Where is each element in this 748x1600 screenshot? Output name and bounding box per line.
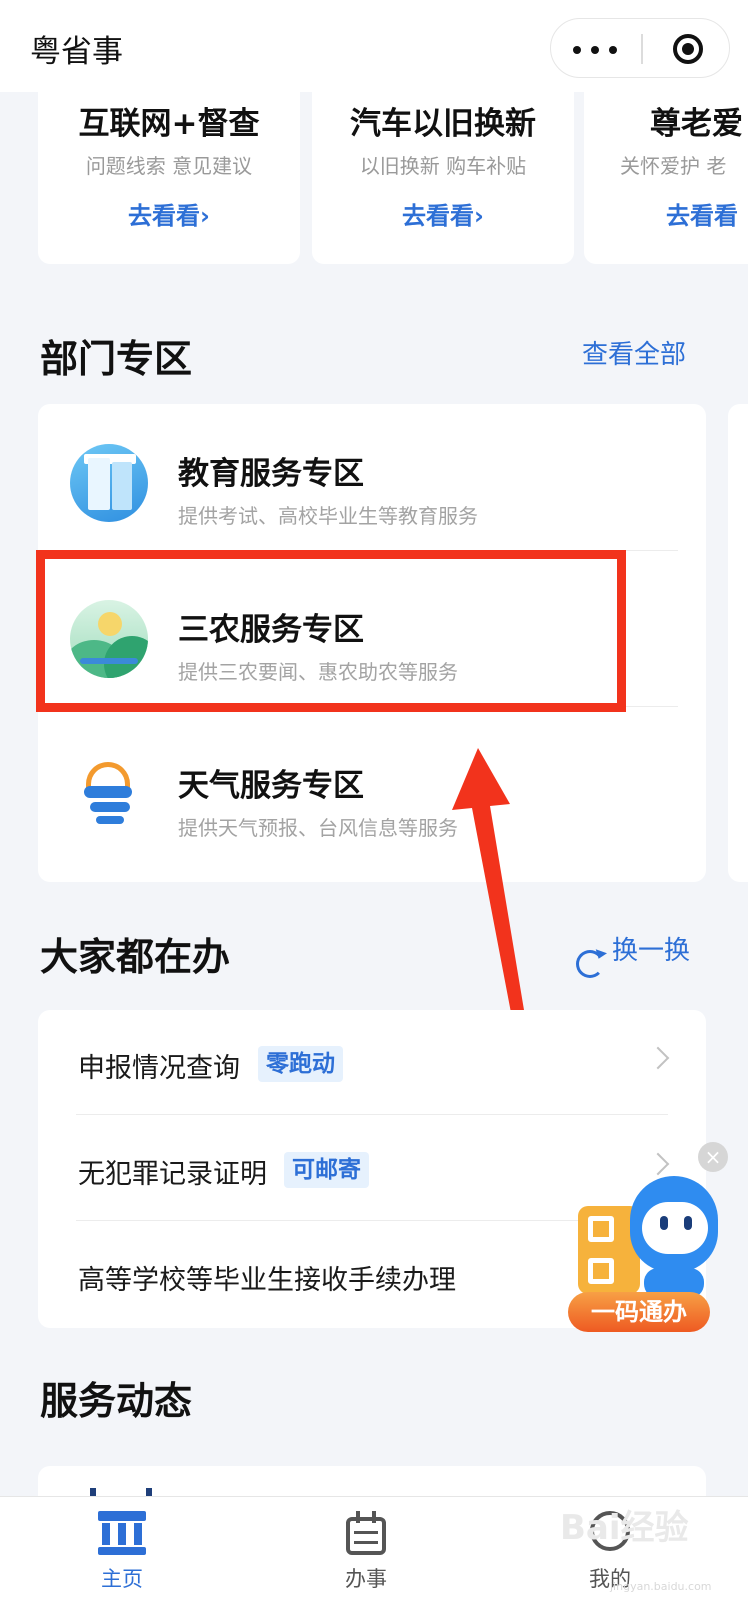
promo-card-subtitle: 关怀爱护 老 xyxy=(620,154,727,178)
dept-section-title: 部门专区 xyxy=(40,337,193,381)
more-dots-icon[interactable] xyxy=(573,46,623,54)
dept-item-desc: 提供天气预报、台风信息等服务 xyxy=(178,816,458,840)
watermark-url: jingyan.baidu.com xyxy=(610,1580,712,1593)
mascot-eye xyxy=(660,1216,668,1230)
app-title: 粤省事 xyxy=(30,34,123,70)
promo-card-title: 互联网+督查 xyxy=(78,106,260,142)
promo-card-elderly[interactable]: 尊老爱 关怀爱护 老 去看看 xyxy=(584,92,748,264)
one-code-banner: 一码通办 xyxy=(568,1292,710,1332)
chevron-right-icon xyxy=(646,1152,670,1176)
promo-card-supervision[interactable]: 互联网+督查 问题线索 意见建议 去看看› xyxy=(38,92,300,264)
dept-item-desc: 提供考试、高校毕业生等教育服务 xyxy=(178,504,478,528)
divider xyxy=(76,1114,668,1115)
one-code-mascot-widget[interactable]: 一码通办 xyxy=(568,1176,728,1334)
dept-item-name: 教育服务专区 xyxy=(178,456,364,492)
weather-icon xyxy=(70,756,148,834)
refresh-link[interactable]: 换一换 xyxy=(612,930,690,967)
service-label: 高等学校等毕业生接收手续办理 xyxy=(78,1265,456,1296)
dept-item-weather[interactable]: 天气服务专区 提供天气预报、台风信息等服务 xyxy=(38,716,706,874)
mini-program-header: 粤省事 xyxy=(0,0,748,92)
target-close-icon[interactable] xyxy=(673,34,703,64)
promo-card-subtitle: 问题线索 意见建议 xyxy=(85,154,253,178)
capsule-menu xyxy=(550,18,730,78)
news-section-title: 服务动态 xyxy=(40,1379,193,1423)
promo-card-strip: 互联网+督查 问题线索 意见建议 去看看› 汽车以旧换新 以旧换新 购车补贴 去… xyxy=(0,92,748,272)
dept-item-name: 天气服务专区 xyxy=(178,768,364,804)
highlight-annotation-box xyxy=(36,550,626,712)
dept-item-education[interactable]: 教育服务专区 提供考试、高校毕业生等教育服务 xyxy=(38,404,706,562)
promo-card-link[interactable]: 去看看 xyxy=(666,196,748,231)
service-row-declaration-query[interactable]: 申报情况查询 零跑动 xyxy=(38,1010,706,1116)
tab-home[interactable]: 主页 xyxy=(42,1497,202,1600)
watermark-text: Bai经验 xyxy=(560,1508,689,1548)
service-label: 无犯罪记录证明 xyxy=(78,1159,267,1190)
promo-card-title: 尊老爱 xyxy=(650,106,743,142)
calendar-icon xyxy=(342,1511,390,1555)
tab-services[interactable]: 办事 xyxy=(286,1497,446,1600)
service-label: 申报情况查询 xyxy=(78,1053,240,1084)
promo-card-subtitle: 以旧换新 购车补贴 xyxy=(359,154,527,178)
service-tag: 可邮寄 xyxy=(284,1152,369,1188)
capsule-divider xyxy=(641,34,643,64)
tab-label: 主页 xyxy=(101,1567,143,1591)
service-tag: 零跑动 xyxy=(258,1046,343,1082)
mascot-eye xyxy=(684,1216,692,1230)
view-all-link[interactable]: 查看全部 xyxy=(582,334,686,371)
promo-card-title: 汽车以旧换新 xyxy=(350,106,536,142)
todo-section-title: 大家都在办 xyxy=(40,935,231,979)
refresh-icon[interactable] xyxy=(576,950,604,978)
promo-card-link[interactable]: 去看看› xyxy=(38,196,300,231)
mascot-face xyxy=(642,1202,708,1254)
chevron-right-icon xyxy=(646,1046,670,1070)
tab-label: 办事 xyxy=(345,1567,387,1591)
floating-close-button[interactable]: × xyxy=(698,1142,728,1172)
promo-card-car-trade-in[interactable]: 汽车以旧换新 以旧换新 购车补贴 去看看› xyxy=(312,92,574,264)
home-icon xyxy=(98,1511,146,1555)
education-icon xyxy=(70,444,148,522)
promo-card-link[interactable]: 去看看› xyxy=(312,196,574,231)
next-card-peek xyxy=(728,404,748,882)
